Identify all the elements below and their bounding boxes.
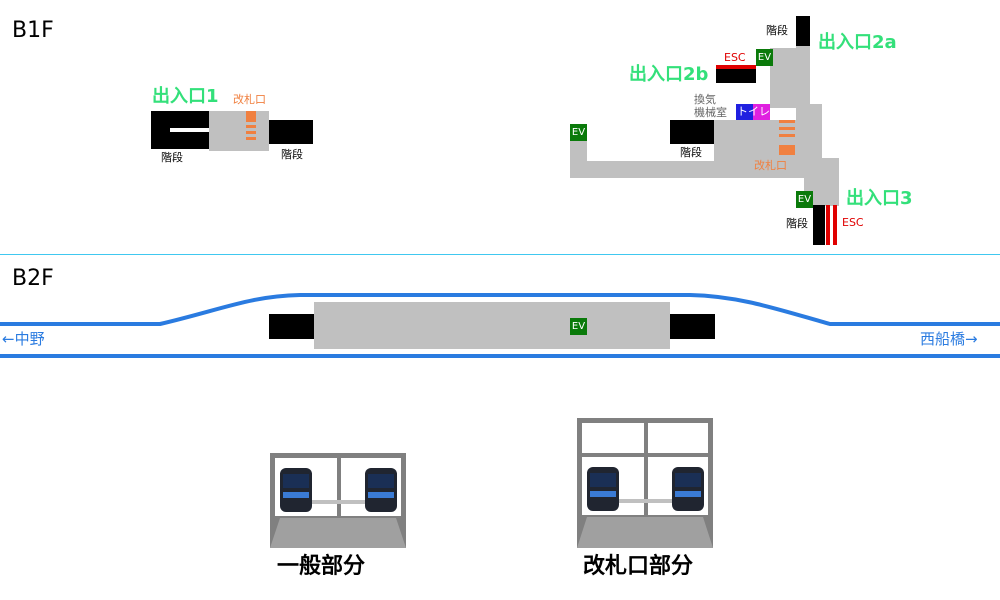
esc-label-exit2b: ESC bbox=[724, 51, 746, 64]
stair-block-exit2b bbox=[716, 69, 756, 83]
concourse-exit1 bbox=[209, 111, 269, 151]
ticket-gate-east bbox=[779, 145, 795, 155]
ev-platform: EV bbox=[570, 318, 587, 335]
ticket-gate-east-bar3 bbox=[779, 134, 795, 137]
stair-block-exit3 bbox=[813, 205, 825, 245]
caption-gate-section: 改札口部分 bbox=[583, 554, 694, 579]
train-left bbox=[280, 468, 312, 512]
stairs-label-exit1-right: 階段 bbox=[281, 148, 303, 161]
exit-3-label: 出入口3 bbox=[846, 188, 913, 209]
ticket-gate-exit1-bar3 bbox=[246, 137, 256, 140]
stairs-label-concourse: 階段 bbox=[680, 146, 702, 159]
ticket-gate-exit1 bbox=[246, 111, 256, 122]
train-right bbox=[672, 467, 704, 511]
ticket-gate-east-bar2 bbox=[779, 127, 795, 130]
stair-block-exit1-right bbox=[269, 120, 313, 144]
stairs-label-exit3: 階段 bbox=[786, 217, 808, 230]
ev-south: EV bbox=[796, 191, 813, 208]
ticket-gate-exit1-bar2 bbox=[246, 131, 256, 134]
direction-nakano: ←中野 bbox=[2, 330, 45, 348]
ticket-gate-east-bar1 bbox=[779, 120, 795, 123]
esc-label-exit3: ESC bbox=[842, 216, 864, 229]
cross-section-gate bbox=[577, 418, 713, 548]
escalator-exit3-a bbox=[826, 205, 830, 245]
stair-block-concourse bbox=[670, 120, 714, 144]
stairs-label-exit1-left: 階段 bbox=[161, 151, 183, 164]
machine-room-label: 換気 機械室 bbox=[694, 93, 727, 119]
gate-label-exit1: 改札口 bbox=[233, 93, 266, 106]
train-right bbox=[365, 468, 397, 512]
platform bbox=[314, 302, 670, 349]
ticket-gate-exit1-bar1 bbox=[246, 125, 256, 128]
stair-block-exit2a bbox=[796, 16, 810, 46]
floor-divider bbox=[0, 254, 1000, 255]
exit-2a-label: 出入口2a bbox=[818, 32, 897, 53]
ev-west: EV bbox=[570, 124, 587, 141]
platform-stair-west bbox=[269, 314, 314, 339]
exit-1-label: 出入口1 bbox=[152, 86, 219, 107]
toilet-label: トイレ bbox=[737, 105, 770, 118]
platform-stair-east bbox=[670, 314, 715, 339]
floor-label-b1f: B1F bbox=[12, 18, 54, 43]
train-left bbox=[587, 467, 619, 511]
toilet-icon: トイレ bbox=[736, 104, 770, 120]
ev-north: EV bbox=[756, 49, 773, 66]
direction-nishifunabashi: 西船橋→ bbox=[920, 330, 978, 348]
gate-label-east: 改札口 bbox=[754, 159, 787, 172]
stair-gap-exit1 bbox=[170, 128, 210, 132]
caption-general: 一般部分 bbox=[277, 554, 366, 579]
stairs-label-exit2a: 階段 bbox=[766, 24, 788, 37]
corridor-south bbox=[804, 104, 822, 164]
escalator-exit3-b bbox=[833, 205, 837, 245]
exit-2b-label: 出入口2b bbox=[629, 64, 709, 85]
cross-section-general bbox=[270, 453, 406, 548]
